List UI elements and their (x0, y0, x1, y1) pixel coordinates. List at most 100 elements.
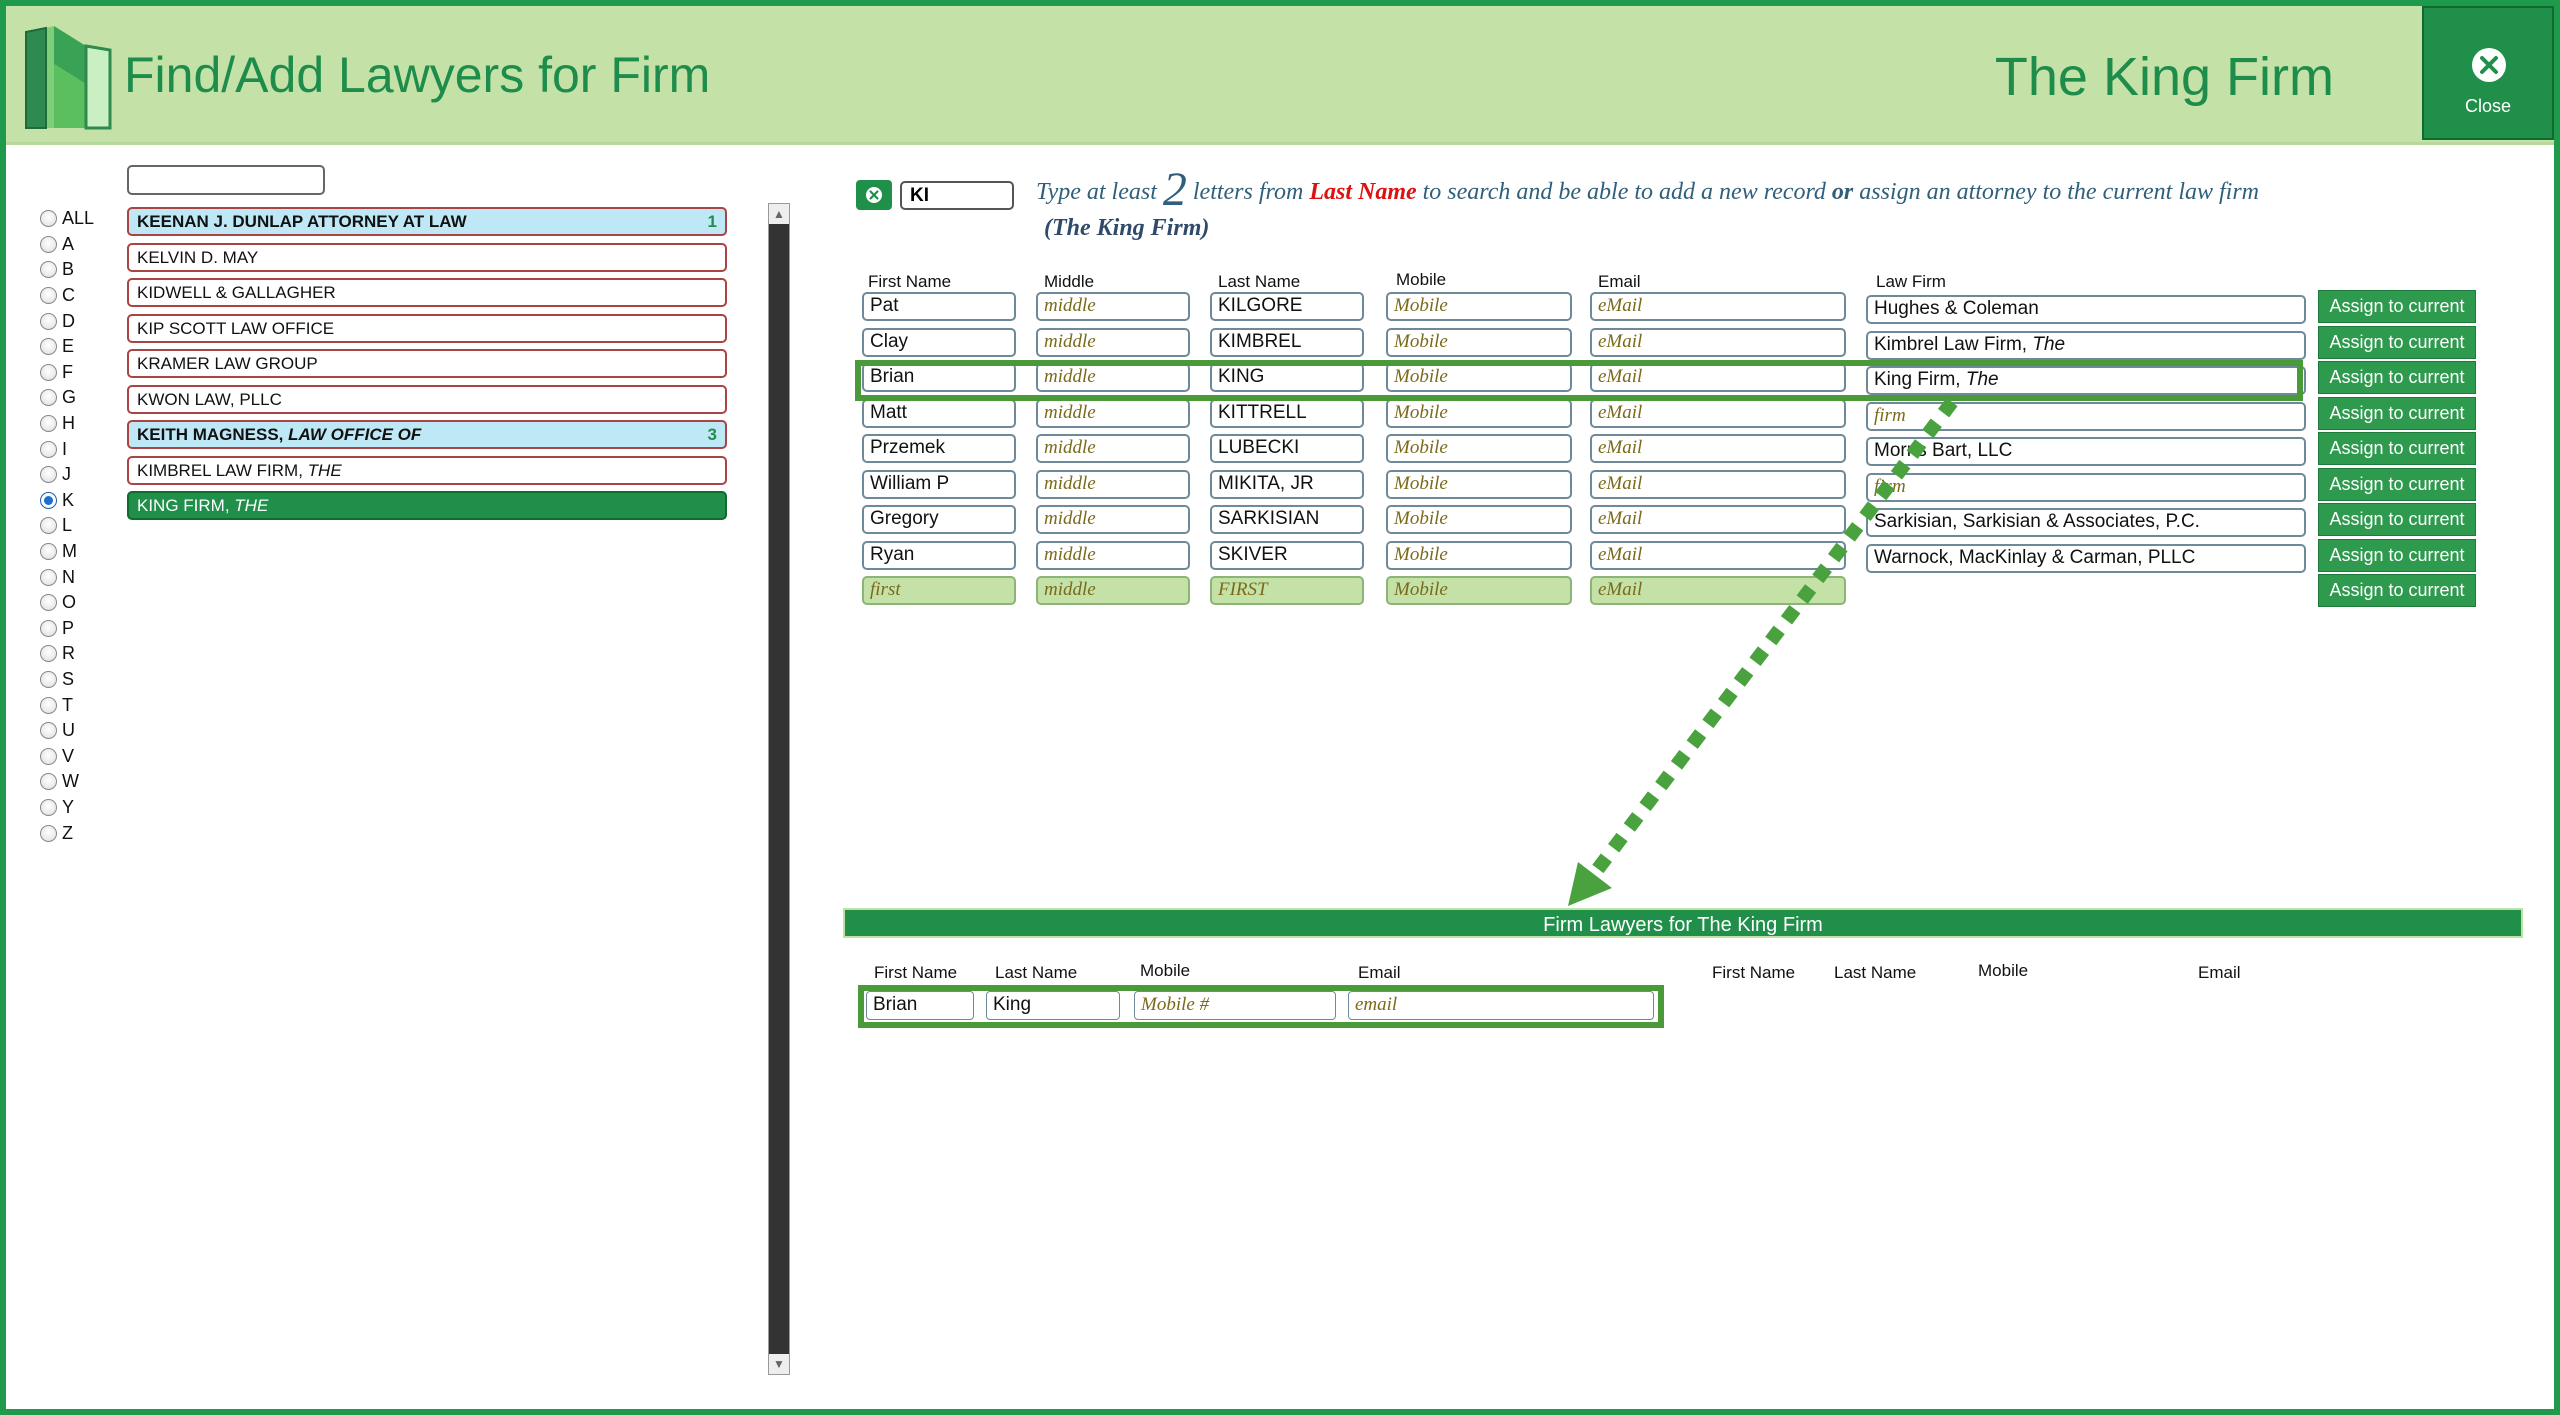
first-name-field[interactable]: Clay (862, 327, 1016, 357)
firm-list-scrollbar[interactable]: ▲ ▼ (768, 203, 790, 1375)
radio-icon[interactable] (40, 287, 57, 305)
radio-icon[interactable] (40, 517, 57, 535)
last-name-field[interactable]: MIKITA, JR (1210, 469, 1364, 499)
radio-icon[interactable] (40, 722, 57, 740)
alpha-filter-s[interactable]: S (40, 667, 94, 693)
radio-icon[interactable] (40, 798, 57, 816)
radio-icon[interactable] (40, 645, 57, 663)
first-name-field[interactable]: Matt (862, 398, 1016, 428)
radio-icon[interactable] (40, 773, 57, 791)
firm-list-item[interactable]: KELVIN D. MAY (127, 242, 727, 272)
law-firm-field[interactable]: Warnock, MacKinlay & Carman, PLLC (1866, 543, 2306, 573)
assign-to-current-button[interactable]: Assign to current (2318, 503, 2476, 536)
middle-name-field[interactable]: middle (1036, 398, 1190, 428)
middle-name-field[interactable]: middle (1036, 505, 1190, 534)
alpha-filter-p[interactable]: P (40, 616, 94, 642)
assign-to-current-button[interactable]: Assign to current (2318, 361, 2476, 394)
radio-icon[interactable] (40, 338, 57, 356)
alpha-filter-n[interactable]: N (40, 564, 94, 590)
last-name-field[interactable]: KITTRELL (1210, 398, 1364, 428)
clear-search-button[interactable] (856, 180, 892, 210)
middle-name-field[interactable]: middle (1036, 469, 1190, 499)
law-firm-field[interactable]: Kimbrel Law Firm, The (1866, 330, 2306, 360)
firm-list-item[interactable]: KIDWELL & GALLAGHER (127, 278, 727, 307)
scroll-up-arrow-icon[interactable]: ▲ (769, 204, 789, 224)
last-name-field[interactable]: KILGORE (1210, 292, 1364, 321)
law-firm-field[interactable]: Sarkisian, Sarkisian & Associates, P.C. (1866, 508, 2306, 537)
fl-last-name-field[interactable]: King (986, 991, 1120, 1020)
radio-icon[interactable] (40, 363, 57, 381)
last-name-field[interactable]: KIMBREL (1210, 327, 1364, 357)
radio-icon[interactable] (40, 261, 57, 279)
mobile-field[interactable]: Mobile (1386, 469, 1572, 499)
alpha-filter-m[interactable]: M (40, 539, 94, 565)
email-field[interactable]: eMail (1590, 327, 1846, 357)
alpha-filter-e[interactable]: E (40, 334, 94, 360)
mobile-field[interactable]: Mobile (1386, 398, 1572, 428)
mobile-field[interactable]: Mobile (1386, 434, 1572, 463)
alpha-filter-w[interactable]: W (40, 769, 94, 795)
assign-to-current-button[interactable]: Assign to current (2318, 574, 2476, 607)
assign-to-current-button[interactable]: Assign to current (2318, 467, 2476, 501)
first-name-field[interactable]: Gregory (862, 505, 1016, 534)
radio-icon[interactable] (40, 696, 57, 714)
first-name-field[interactable]: Pat (862, 292, 1016, 321)
assign-to-current-button[interactable]: Assign to current (2318, 290, 2476, 323)
radio-icon[interactable] (40, 466, 57, 484)
radio-icon[interactable] (40, 824, 57, 842)
alpha-filter-y[interactable]: Y (40, 795, 94, 821)
first-name-field[interactable]: Przemek (862, 434, 1016, 463)
alpha-filter-k[interactable]: K (40, 488, 94, 514)
last-name-search-input[interactable] (900, 181, 1014, 210)
mobile-field[interactable]: Mobile (1386, 505, 1572, 534)
new-first-name-field[interactable]: first (862, 576, 1016, 605)
radio-icon[interactable] (40, 440, 57, 458)
alpha-filter-u[interactable]: U (40, 718, 94, 744)
new-mobile-field[interactable]: Mobile (1386, 576, 1572, 605)
radio-icon[interactable] (40, 491, 57, 509)
alpha-filter-c[interactable]: C (40, 283, 94, 309)
firm-filter-input[interactable] (127, 165, 325, 195)
last-name-field[interactable]: SARKISIAN (1210, 505, 1364, 534)
middle-name-field[interactable]: middle (1036, 434, 1190, 463)
assign-to-current-button[interactable]: Assign to current (2318, 396, 2476, 430)
alpha-filter-a[interactable]: A (40, 232, 94, 258)
first-name-field[interactable]: Ryan (862, 540, 1016, 570)
alpha-filter-j[interactable]: J (40, 462, 94, 488)
firm-list-item[interactable]: KIP SCOTT LAW OFFICE (127, 313, 727, 343)
alpha-filter-all[interactable]: ALL (40, 206, 94, 232)
firm-list-item[interactable]: KEENAN J. DUNLAP ATTORNEY AT LAW 1 (127, 207, 727, 236)
mobile-field[interactable]: Mobile (1386, 292, 1572, 321)
alpha-filter-t[interactable]: T (40, 692, 94, 718)
alpha-filter-v[interactable]: V (40, 743, 94, 769)
mobile-field[interactable]: Mobile (1386, 540, 1572, 570)
mobile-field[interactable]: Mobile (1386, 327, 1572, 357)
law-firm-field[interactable]: Morris Bart, LLC (1866, 437, 2306, 466)
alpha-filter-o[interactable]: O (40, 590, 94, 616)
radio-icon[interactable] (40, 747, 57, 765)
email-field[interactable]: eMail (1590, 505, 1846, 534)
new-email-field[interactable]: eMail (1590, 576, 1846, 605)
fl-email-field[interactable]: email (1348, 991, 1654, 1020)
alpha-filter-d[interactable]: D (40, 308, 94, 334)
last-name-field[interactable]: LUBECKI (1210, 434, 1364, 463)
email-field[interactable]: eMail (1590, 398, 1846, 428)
radio-icon[interactable] (40, 389, 57, 407)
fl-first-name-field[interactable]: Brian (866, 991, 974, 1020)
assign-to-current-button[interactable]: Assign to current (2318, 432, 2476, 465)
law-firm-field[interactable]: firm (1866, 472, 2306, 502)
firm-list-item[interactable]: KRAMER LAW GROUP (127, 349, 727, 378)
radio-icon[interactable] (40, 312, 57, 330)
middle-name-field[interactable]: middle (1036, 292, 1190, 321)
close-button[interactable]: Close (2422, 6, 2554, 140)
alpha-filter-g[interactable]: G (40, 385, 94, 411)
email-field[interactable]: eMail (1590, 469, 1846, 499)
last-name-field[interactable]: SKIVER (1210, 540, 1364, 570)
radio-icon[interactable] (40, 619, 57, 637)
new-last-name-field[interactable]: FIRST (1210, 576, 1364, 605)
email-field[interactable]: eMail (1590, 540, 1846, 570)
law-firm-field[interactable]: firm (1866, 401, 2306, 431)
radio-icon[interactable] (40, 568, 57, 586)
assign-to-current-button[interactable]: Assign to current (2318, 325, 2476, 359)
firm-list-item[interactable]: KEITH MAGNESS, LAW OFFICE OF 3 (127, 420, 727, 449)
